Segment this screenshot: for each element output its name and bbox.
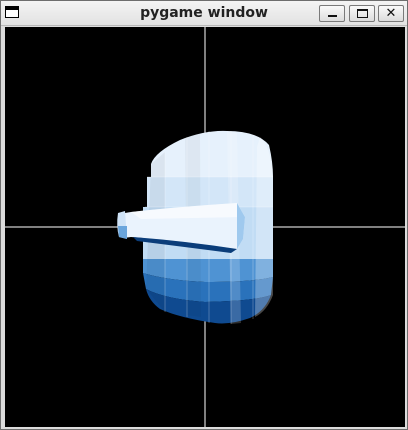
minimize-icon bbox=[327, 15, 337, 17]
scene-svg bbox=[5, 27, 405, 427]
minimize-button[interactable] bbox=[319, 5, 345, 22]
title-bar[interactable]: pygame window ✕ bbox=[1, 1, 407, 26]
close-icon: ✕ bbox=[385, 6, 397, 21]
mesh-spout-tip-shade bbox=[118, 226, 127, 239]
mesh-band bbox=[147, 177, 273, 207]
mesh-facet bbox=[255, 137, 273, 317]
game-canvas[interactable] bbox=[5, 27, 405, 427]
app-window: pygame window ✕ bbox=[0, 0, 408, 430]
maximize-button[interactable] bbox=[349, 5, 375, 22]
close-button[interactable]: ✕ bbox=[378, 5, 404, 22]
maximize-icon bbox=[356, 9, 368, 18]
window-title: pygame window bbox=[140, 5, 268, 21]
